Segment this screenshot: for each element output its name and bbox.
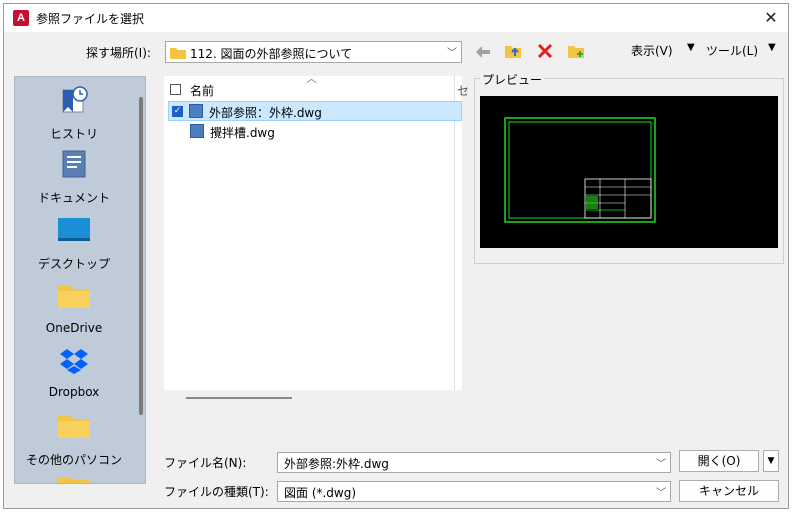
chevron-down-icon: ﹀: [447, 48, 457, 59]
column-header-2[interactable]: セ: [457, 82, 469, 99]
close-icon[interactable]: ✕: [760, 7, 782, 29]
file-name: 外部参照：外枠.dwg: [209, 106, 322, 120]
dropbox-icon: [60, 349, 88, 374]
place-label: Dropbox: [48, 385, 100, 399]
file-list: ︿ 名前 セ ✓ 外部参照：外枠.dwg 攪拌槽.dwg: [164, 72, 469, 390]
back-arrow-icon[interactable]: [474, 44, 492, 60]
folder-icon: [58, 477, 90, 483]
places-scrollbar[interactable]: [139, 97, 143, 415]
dialog-title: 参照ファイルを選択: [36, 12, 145, 26]
view-menu-caret-icon[interactable]: ▼: [687, 42, 695, 53]
preview-pane: [480, 96, 778, 248]
filename-input[interactable]: 外部参照:外枠.dwg ﹀: [277, 452, 671, 473]
delete-icon[interactable]: [537, 43, 555, 59]
look-in-label: 探す場所(I):: [86, 46, 151, 60]
filetype-value: 図面 (*.dwg): [284, 486, 357, 500]
folder-icon: [170, 48, 186, 59]
documents-icon: [62, 150, 86, 178]
file-row[interactable]: 攪拌槽.dwg: [168, 122, 462, 142]
place-label: ドキュメント: [37, 191, 110, 205]
checkbox-checked-icon[interactable]: ✓: [172, 106, 183, 117]
drawing-preview-image: [504, 117, 656, 223]
place-label: ヒストリ: [49, 127, 98, 141]
dwg-file-icon: [189, 104, 203, 118]
chevron-down-icon: ﹀: [656, 459, 666, 470]
place-documents[interactable]: ドキュメント: [15, 149, 133, 209]
folder-icon: [58, 286, 90, 308]
filename-label: ファイル名(N):: [164, 456, 247, 470]
dialog-window: A 参照ファイルを選択 ✕ 探す場所(I): 112. 図面の外部参照について …: [3, 3, 789, 509]
place-onedrive[interactable]: OneDrive: [15, 281, 133, 341]
column-header-name[interactable]: 名前: [190, 82, 214, 99]
place-label: その他のパソコン: [25, 453, 122, 467]
open-button[interactable]: 開く(O): [679, 450, 759, 472]
look-in-value: 112. 図面の外部参照について: [190, 47, 353, 61]
cancel-button[interactable]: キャンセル: [679, 480, 779, 502]
filetype-dropdown[interactable]: 図面 (*.dwg) ﹀: [277, 481, 671, 502]
dwg-file-icon: [190, 124, 204, 138]
open-options-dropdown-icon[interactable]: ▼: [763, 450, 779, 472]
file-name: 攪拌槽.dwg: [210, 126, 275, 140]
preview-label: プレビュー: [480, 71, 545, 88]
places-bar: ヒストリ ドキュメント デスクトップ OneDrive Dropbox その他の…: [14, 76, 146, 484]
sort-up-icon: ︿: [306, 72, 317, 85]
tools-menu-caret-icon[interactable]: ▼: [768, 42, 776, 53]
tools-menu[interactable]: ツール(L): [706, 42, 758, 59]
desktop-icon: [58, 218, 90, 241]
autocad-app-icon: A: [13, 10, 29, 26]
file-list-hscrollbar[interactable]: [186, 397, 292, 399]
filetype-label: ファイルの種類(T):: [164, 485, 269, 499]
place-other-pc[interactable]: その他のパソコン: [15, 411, 133, 471]
folder-icon: [58, 416, 90, 438]
filename-value: 外部参照:外枠.dwg: [284, 457, 389, 471]
place-label: デスクトップ: [37, 257, 110, 271]
title-bar: A 参照ファイルを選択 ✕: [4, 4, 788, 32]
place-label: OneDrive: [45, 321, 103, 335]
look-in-dropdown[interactable]: 112. 図面の外部参照について ﹀: [165, 41, 462, 63]
place-desktop[interactable]: デスクトップ: [15, 215, 133, 275]
chevron-down-icon: ﹀: [656, 488, 666, 499]
new-folder-icon[interactable]: [567, 42, 585, 58]
file-row[interactable]: ✓ 外部参照：外枠.dwg: [168, 101, 462, 121]
place-history[interactable]: ヒストリ: [15, 85, 133, 145]
view-menu[interactable]: 表示(V): [631, 42, 673, 59]
place-dropbox[interactable]: Dropbox: [15, 345, 133, 405]
history-icon: [62, 86, 88, 113]
select-all-checkbox[interactable]: [170, 84, 181, 95]
up-folder-icon[interactable]: [504, 42, 522, 58]
